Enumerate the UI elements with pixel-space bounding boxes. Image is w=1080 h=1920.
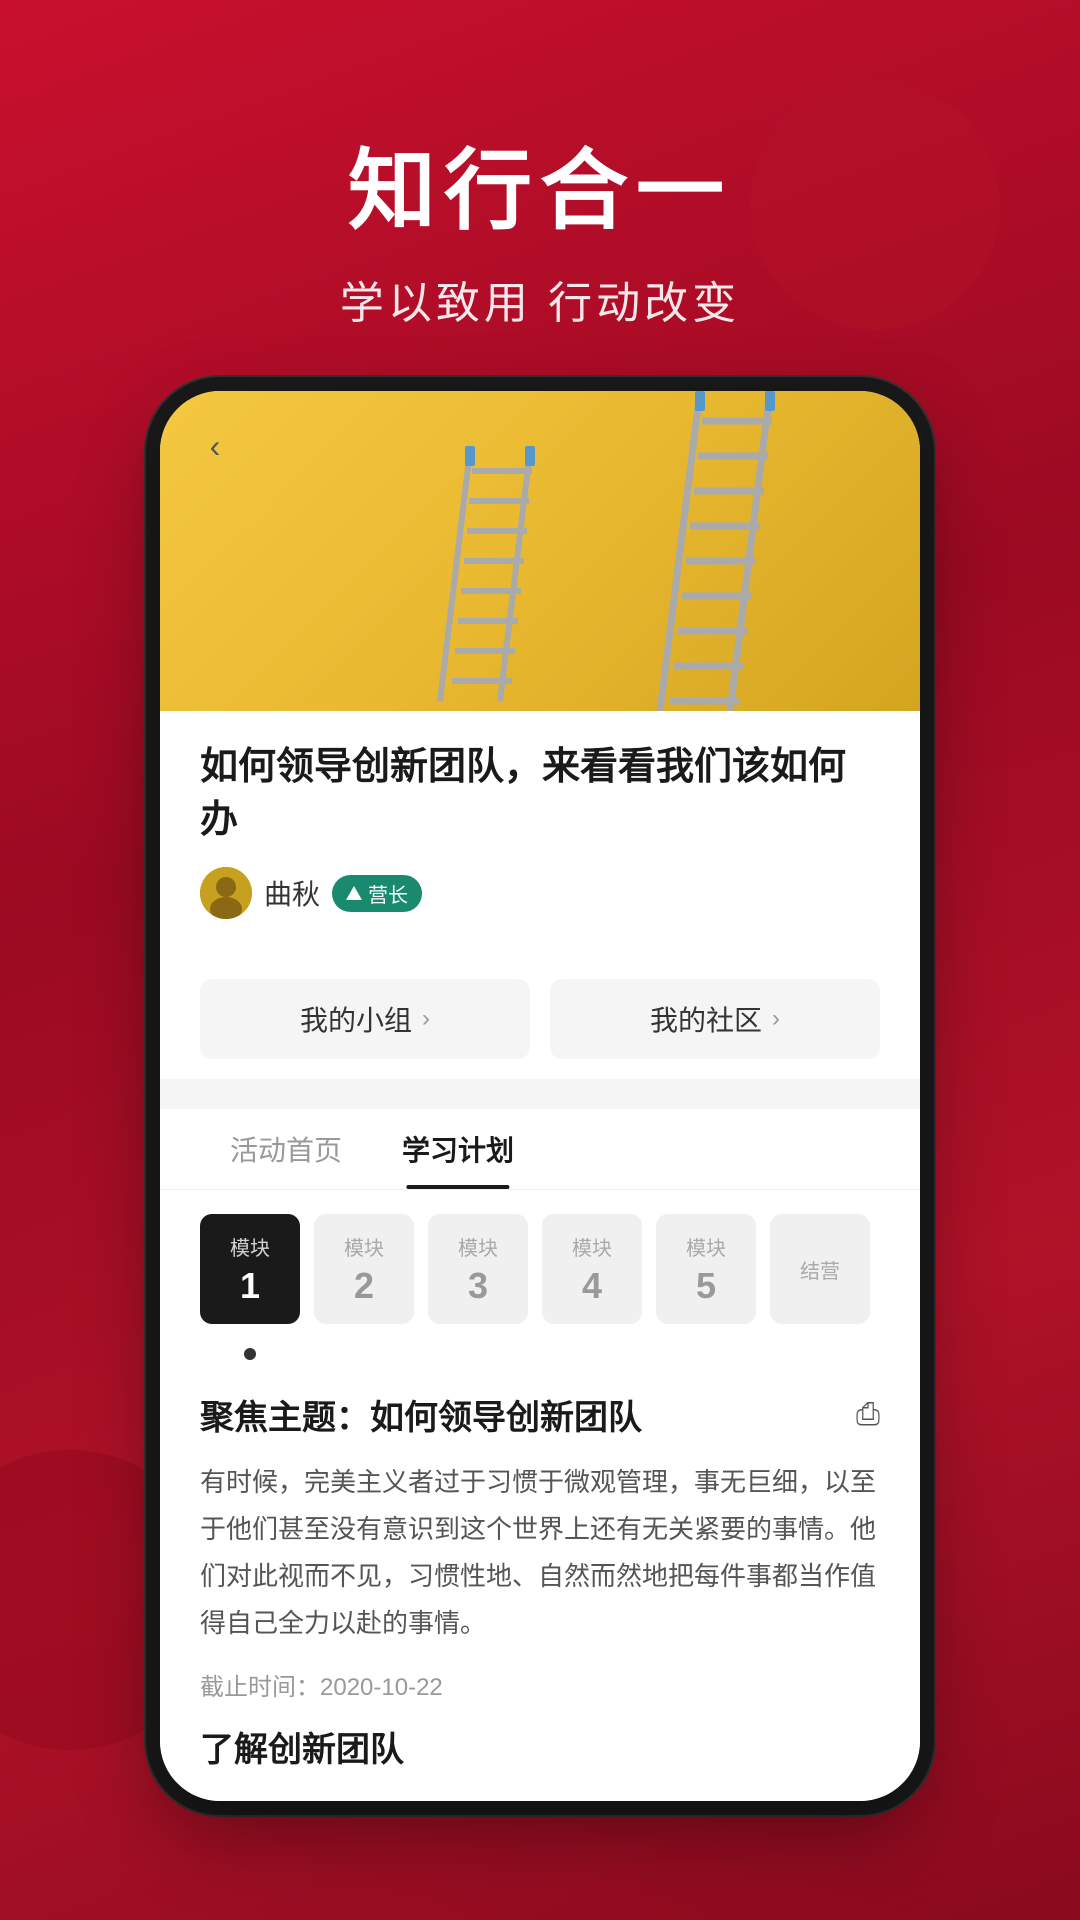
- badge-icon: [346, 886, 362, 900]
- nav-buttons: 我的小组 › 我的社区 ›: [160, 979, 920, 1079]
- tab-study-plan-label: 学习计划: [402, 1135, 514, 1166]
- module-label-1: 模块: [230, 1232, 270, 1261]
- module-card-4[interactable]: 模块 4: [542, 1214, 642, 1324]
- focus-title: 聚焦主题：如何领导创新团队: [200, 1390, 642, 1439]
- module-label-end: 结营: [800, 1255, 840, 1284]
- module-card-5[interactable]: 模块 5: [656, 1214, 756, 1324]
- author-name: 曲秋: [264, 873, 320, 913]
- module-number-2: 2: [354, 1265, 374, 1307]
- chevron-right-icon-2: ›: [772, 1005, 780, 1033]
- author-badge: 营长: [332, 875, 422, 912]
- focus-section: 聚焦主题：如何领导创新团队 ⎙ 有时候，完美主义者过于习惯于微观管理，事无巨细，…: [160, 1370, 920, 1800]
- module-label-5: 模块: [686, 1232, 726, 1261]
- back-button[interactable]: ‹: [190, 421, 240, 471]
- chevron-right-icon: ›: [422, 1005, 430, 1033]
- module-label-4: 模块: [572, 1232, 612, 1261]
- module-label-2: 模块: [344, 1232, 384, 1261]
- module-card-2[interactable]: 模块 2: [314, 1214, 414, 1324]
- module-card-3[interactable]: 模块 3: [428, 1214, 528, 1324]
- module-card-1[interactable]: 模块 1: [200, 1214, 300, 1324]
- phone-mockup: ‹: [160, 391, 920, 1801]
- hero-subtitle: 学以致用 行动改变: [0, 267, 1080, 331]
- hero-section: 知行合一 学以致用 行动改变: [0, 0, 1080, 391]
- dot-indicator: [160, 1348, 920, 1370]
- tab-study-plan[interactable]: 学习计划: [372, 1109, 544, 1189]
- share-icon[interactable]: ⎙: [856, 1398, 880, 1432]
- tab-activity-home-label: 活动首页: [230, 1135, 342, 1166]
- active-dot: [244, 1348, 256, 1360]
- focus-header: 聚焦主题：如何领导创新团队 ⎙: [200, 1390, 880, 1439]
- author-row: 曲秋 营长: [200, 867, 880, 919]
- phone-wrapper: ‹: [0, 391, 1080, 1801]
- tabs-row: 活动首页 学习计划: [160, 1109, 920, 1190]
- my-community-label: 我的社区: [650, 999, 762, 1039]
- module-number-5: 5: [696, 1265, 716, 1307]
- author-avatar: [200, 867, 252, 919]
- back-arrow-icon: ‹: [210, 428, 221, 465]
- article-hero-image: ‹: [160, 391, 920, 711]
- badge-label: 营长: [368, 879, 408, 908]
- tab-activity-home[interactable]: 活动首页: [200, 1109, 372, 1189]
- my-group-button[interactable]: 我的小组 ›: [200, 979, 530, 1059]
- module-label-3: 模块: [458, 1232, 498, 1261]
- section-title: 了解创新团队: [200, 1722, 880, 1771]
- my-community-button[interactable]: 我的社区 ›: [550, 979, 880, 1059]
- module-card-end[interactable]: 结营: [770, 1214, 870, 1324]
- module-number-1: 1: [240, 1265, 260, 1307]
- article-title: 如何领导创新团队，来看看我们该如何办: [200, 741, 880, 847]
- my-group-label: 我的小组: [300, 999, 412, 1039]
- module-number-4: 4: [582, 1265, 602, 1307]
- module-number-3: 3: [468, 1265, 488, 1307]
- article-content: 如何领导创新团队，来看看我们该如何办 曲秋 营长: [160, 711, 920, 979]
- focus-body: 有时候，完美主义者过于习惯于微观管理，事无巨细，以至于他们甚至没有意识到这个世界…: [200, 1459, 880, 1646]
- deadline: 截止时间：2020-10-22: [200, 1667, 880, 1702]
- hero-illustration: [160, 391, 920, 711]
- modules-row: 模块 1 模块 2 模块 3 模块 4 模块 5 结营: [160, 1190, 920, 1348]
- hero-title: 知行合一: [0, 120, 1080, 247]
